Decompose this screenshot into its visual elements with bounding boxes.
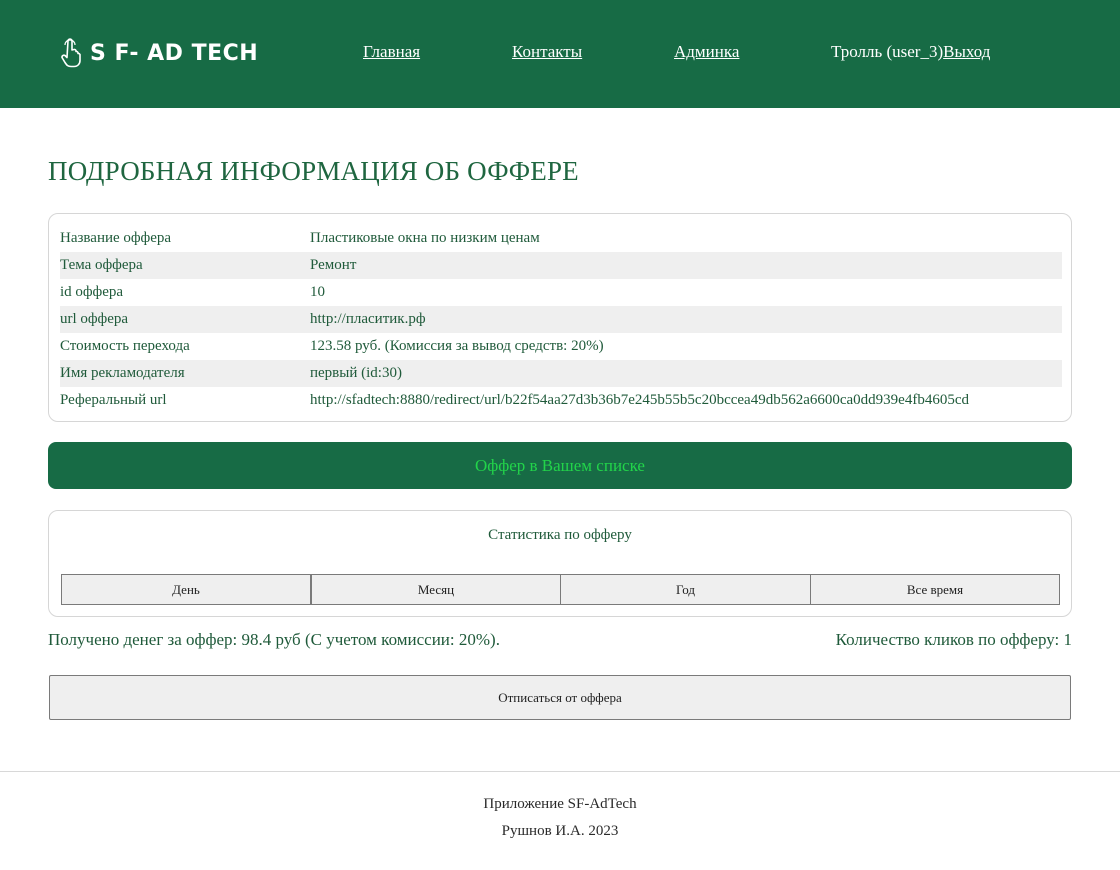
nav-home-link[interactable]: Главная bbox=[363, 42, 420, 62]
offer-info-card: Название оффера Пластиковые окна по низки… bbox=[48, 213, 1072, 422]
logo-text: S F- AD TECH bbox=[90, 40, 259, 66]
offer-info-key: id оффера bbox=[60, 284, 124, 300]
clicks-count-text: Количество кликов по офферу: 1 bbox=[835, 630, 1072, 649]
offer-info-key: Название оффера bbox=[60, 230, 172, 246]
unsubscribe-button[interactable]: Отписаться от оффера bbox=[49, 675, 1071, 720]
offer-info-value: 123.58 руб. (Комиссия за вывод средств: … bbox=[310, 338, 604, 354]
logout-link[interactable]: Выход bbox=[943, 42, 990, 61]
nav-contacts-link[interactable]: Контакты bbox=[512, 42, 582, 62]
user-name: Тролль (user_3) bbox=[831, 42, 944, 61]
page-title: ПОДРОБНАЯ ИНФОРМАЦИЯ ОБ ОФФЕРЕ bbox=[48, 156, 579, 186]
offer-info-value: первый (id:30) bbox=[310, 360, 1062, 387]
offer-info-row: Стоимость перехода 123.58 руб. (Комиссия … bbox=[60, 333, 1062, 360]
offer-info-key: Тема оффера bbox=[60, 252, 310, 279]
footer-app-name: Приложение SF-AdTech bbox=[483, 796, 637, 812]
offer-info-table: Название оффера Пластиковые окна по низки… bbox=[60, 225, 1062, 414]
offer-info-key: url оффера bbox=[60, 306, 310, 333]
offer-info-key: Реферальный url bbox=[60, 392, 167, 408]
offer-info-row: Имя рекламодателя первый (id:30) bbox=[60, 360, 1062, 387]
offer-info-value: http://sfadtech:8880/redirect/url/b22f54… bbox=[310, 392, 969, 408]
period-all-time-button[interactable]: Все время bbox=[810, 574, 1060, 605]
offer-info-value: 10 bbox=[310, 284, 325, 300]
pointer-hand-icon bbox=[61, 38, 81, 68]
offer-info-value: Пластиковые окна по низким ценам bbox=[310, 230, 540, 246]
user-area: Тролль (user_3)Выход bbox=[831, 42, 990, 62]
footer-divider bbox=[0, 771, 1120, 772]
logo[interactable]: S F- AD TECH bbox=[60, 38, 258, 68]
money-received-text: Получено денег за оффер: 98.4 руб (С уче… bbox=[48, 630, 500, 649]
offer-info-row: Название оффера Пластиковые окна по низки… bbox=[60, 225, 1062, 252]
offer-info-key: Имя рекламодателя bbox=[60, 360, 310, 387]
offer-info-value: http://пласитик.рф bbox=[310, 306, 1062, 333]
period-day-button[interactable]: День bbox=[61, 574, 311, 605]
offer-status-banner: Оффер в Вашем списке bbox=[48, 442, 1072, 489]
stats-title: Статистика по офферу bbox=[488, 527, 632, 543]
offer-info-key: Стоимость перехода bbox=[60, 338, 190, 354]
offer-info-value: Ремонт bbox=[310, 252, 1062, 279]
period-month-button[interactable]: Месяц bbox=[311, 574, 561, 605]
stats-card: Статистика по офферу День Месяц Год Все … bbox=[48, 510, 1072, 617]
top-header: S F- AD TECH Главная Контакты Админка Тр… bbox=[0, 0, 1120, 108]
offer-info-row: Реферальный url http://sfadtech:8880/redi… bbox=[60, 387, 1062, 414]
period-year-button[interactable]: Год bbox=[560, 574, 811, 605]
offer-info-row: url оффера http://пласитик.рф bbox=[60, 306, 1062, 333]
offer-info-row: id оффера 10 bbox=[60, 279, 1062, 306]
footer-author: Рушнов И.А. 2023 bbox=[501, 823, 619, 839]
offer-info-row: Тема оффера Ремонт bbox=[60, 252, 1062, 279]
nav-admin-link[interactable]: Админка bbox=[674, 42, 739, 62]
